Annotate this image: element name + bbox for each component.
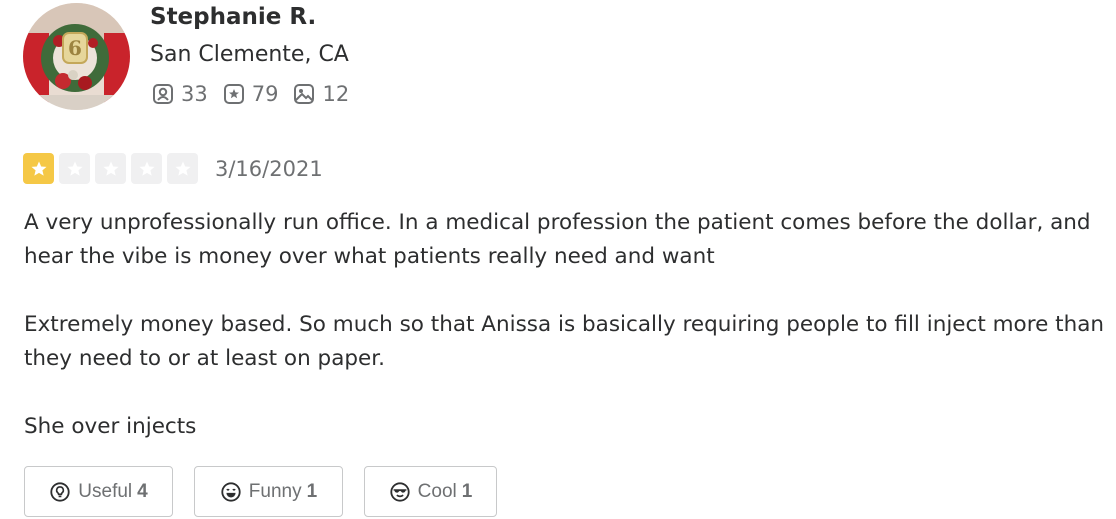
friends-count: 33 [181,82,208,106]
star-empty [131,153,162,184]
funny-count: 1 [306,480,318,502]
star-empty [167,153,198,184]
cool-button[interactable]: Cool 1 [364,466,497,517]
svg-text:6: 6 [68,36,82,60]
useful-button[interactable]: Useful 4 [24,466,173,517]
user-location: San Clemente, CA [150,42,349,67]
friends-icon [153,84,173,104]
review-card: 6 Stephanie R. San Clemente, CA 33 79 12… [0,0,1116,519]
funny-button[interactable]: Funny 1 [194,466,343,517]
star-empty [95,153,126,184]
review-date: 3/16/2021 [215,156,323,181]
photo-icon [294,84,315,104]
sunglasses-face-icon [390,481,410,502]
avatar[interactable]: 6 [23,3,130,110]
review-text: A very unprofessionally run office. In a… [24,210,1104,439]
user-stats: 33 79 12 [151,82,363,106]
lightbulb-icon [50,481,70,502]
rating-row: 3/16/2021 [23,153,323,184]
star-rating [23,153,203,184]
user-name[interactable]: Stephanie R. [150,4,316,30]
star-icon [223,84,244,104]
star-filled [23,153,54,184]
reviews-count: 79 [251,82,279,106]
funny-label: Funny [248,480,302,502]
laughing-face-icon [221,481,241,502]
reviews-stat: 79 [222,82,279,106]
photos-count: 12 [322,82,350,106]
useful-label: Useful [78,480,133,502]
photos-stat: 12 [292,82,349,106]
cool-count: 1 [461,480,473,502]
star-empty [59,153,90,184]
cool-label: Cool [417,480,457,502]
reaction-buttons: Useful 4 Funny 1 Cool 1 [24,466,518,517]
useful-count: 4 [137,480,148,502]
friends-stat: 33 [151,82,208,106]
